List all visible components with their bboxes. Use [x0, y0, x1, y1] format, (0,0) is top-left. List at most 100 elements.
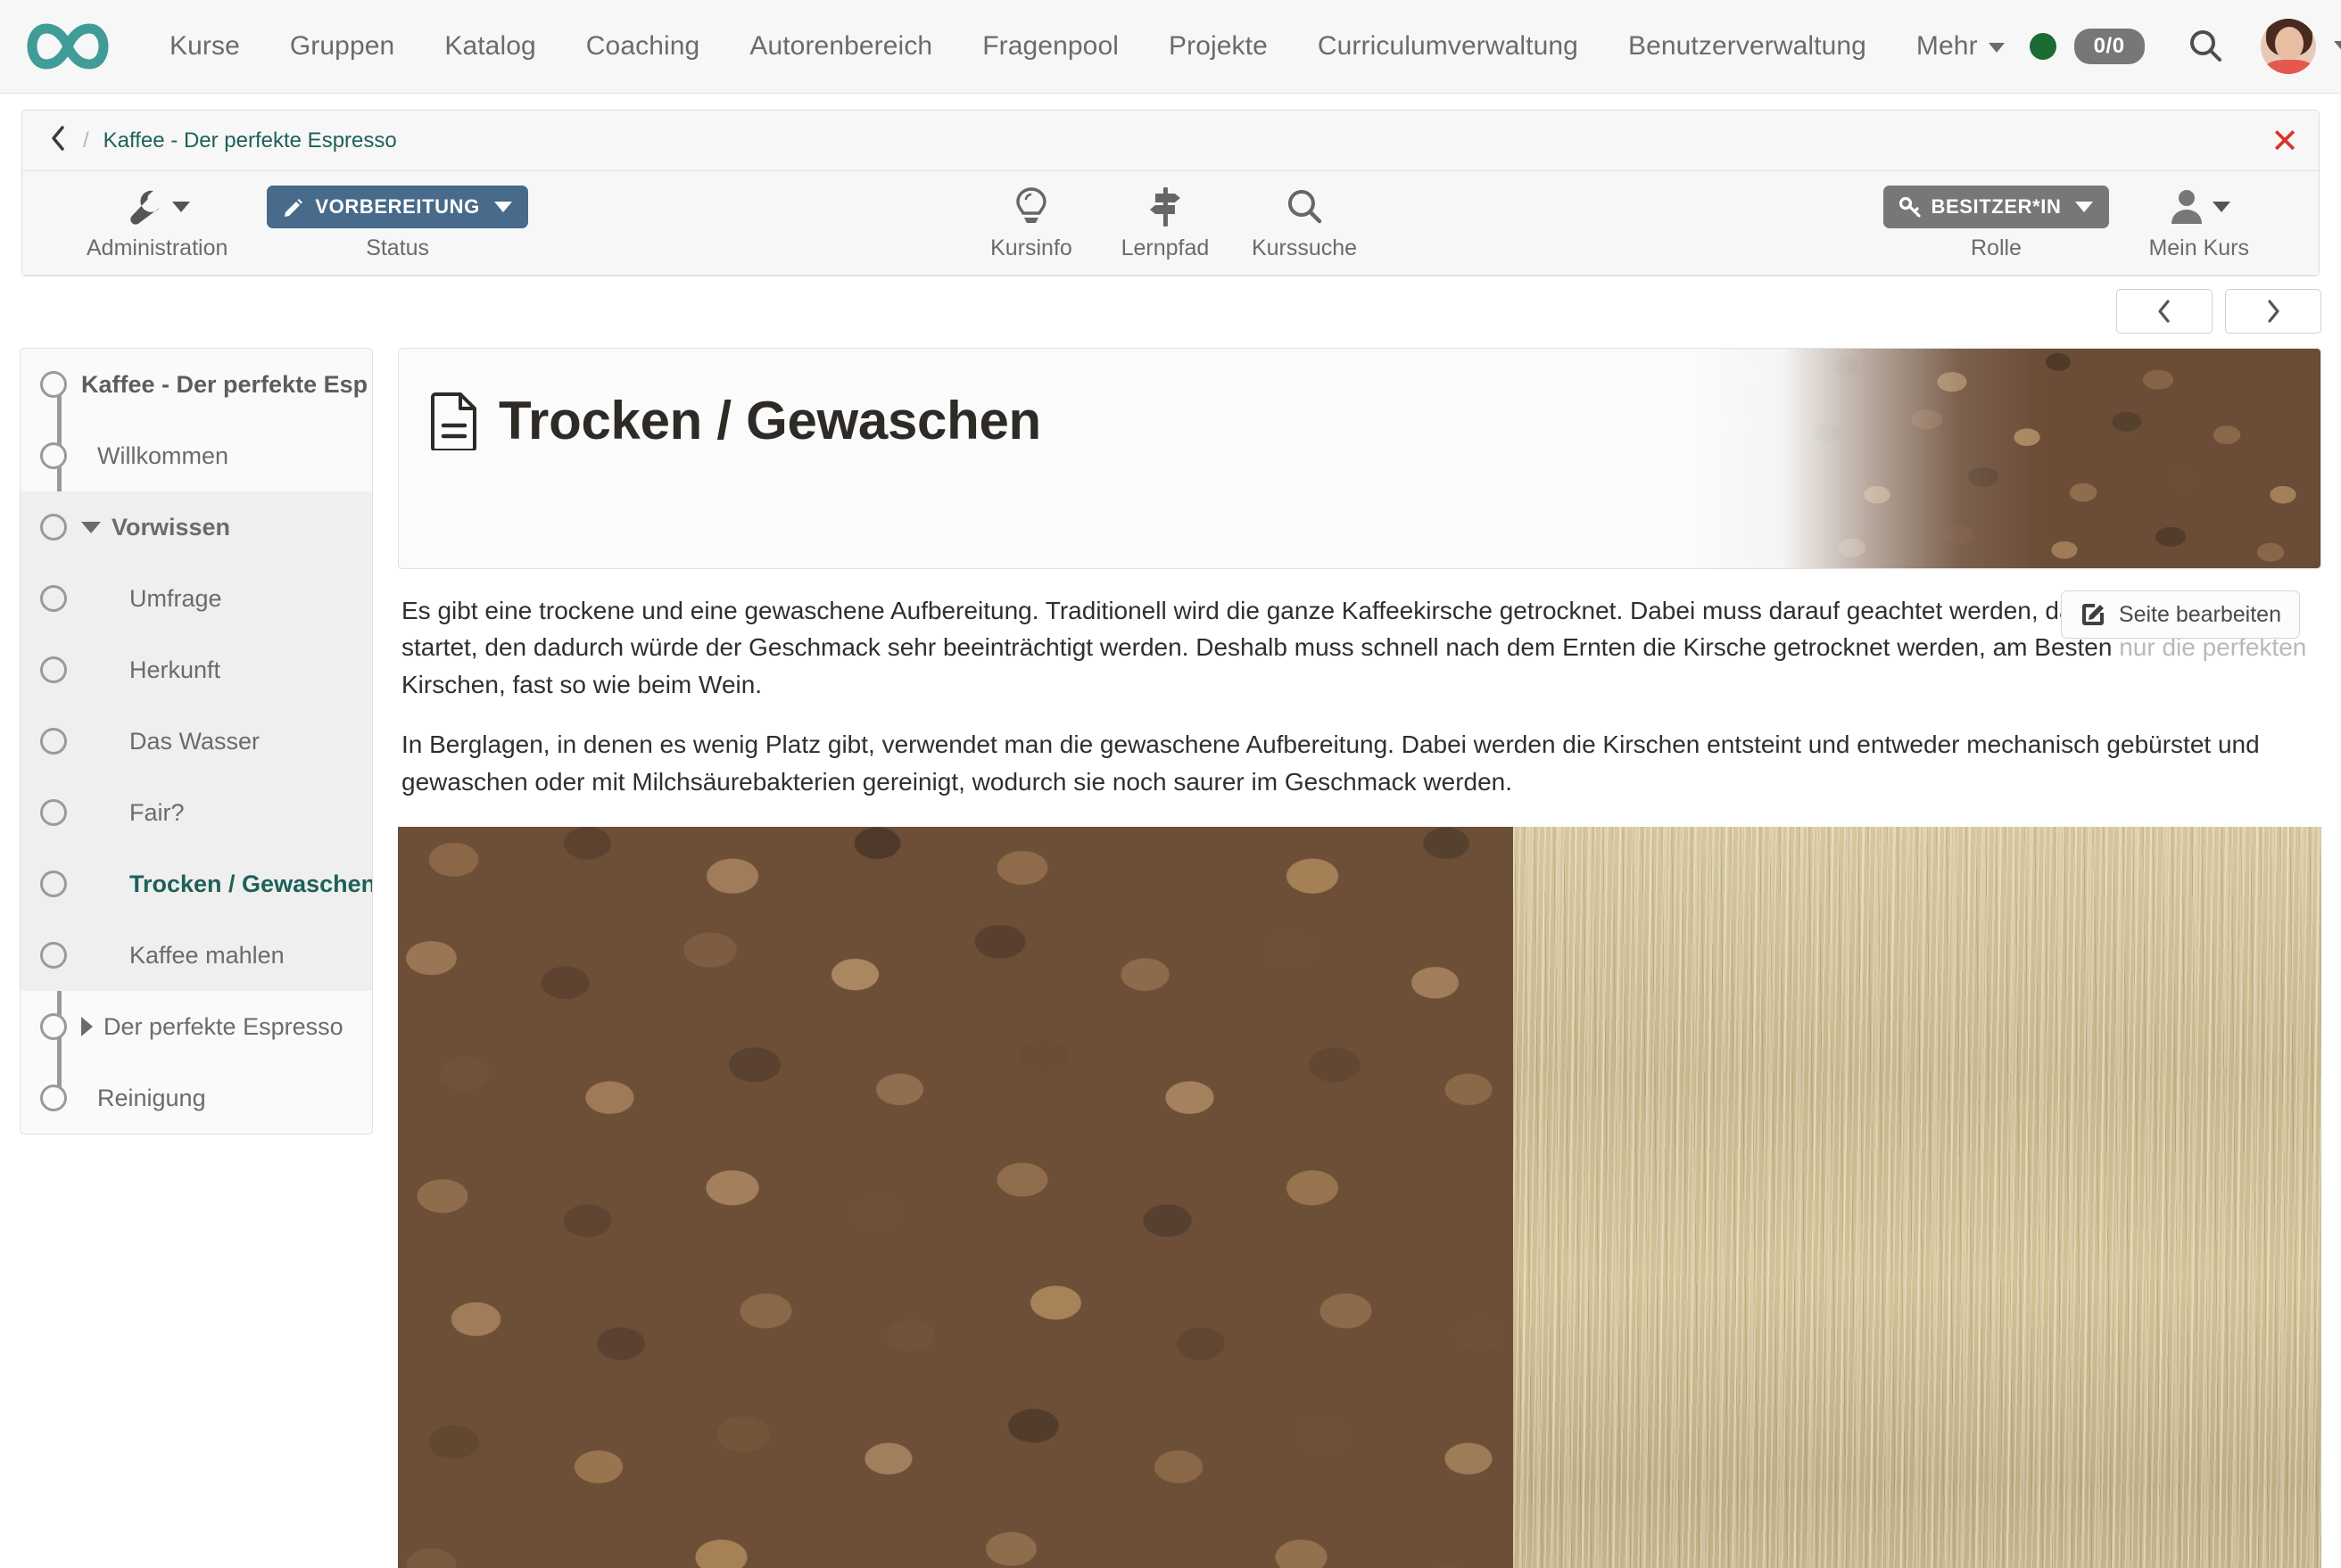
paragraph-1-tail: Kirschen, fast so wie beim Wein.	[401, 670, 763, 698]
toolbar-administration[interactable]: Administration	[67, 184, 247, 261]
chevron-down-icon	[172, 202, 191, 212]
nav-item-benutzerverwaltung[interactable]: Benutzerverwaltung	[1603, 21, 1891, 72]
lightbulb-icon	[1012, 184, 1051, 230]
sidebar-item-label: Vorwissen	[112, 513, 231, 541]
assessment-count-badge[interactable]: 0/0	[2073, 29, 2145, 64]
toolbar-kurssuche[interactable]: Kurssuche	[1232, 184, 1377, 261]
top-navigation-bar: Kurse Gruppen Katalog Coaching Autorenbe…	[0, 0, 2341, 94]
paragraph-1-main: Es gibt eine trockene und eine gewaschen…	[401, 597, 2255, 662]
nav-item-mehr[interactable]: Mehr	[1891, 21, 2030, 72]
close-icon[interactable]: ✕	[2271, 124, 2299, 158]
tree-node-dot	[40, 1013, 67, 1040]
tree-node-dot	[40, 942, 67, 969]
sidebar-item-trocken-gewaschen[interactable]: Trocken / Gewaschen	[21, 848, 372, 920]
chevron-right-icon	[2268, 300, 2279, 323]
signpost-icon	[1145, 184, 1186, 230]
toolbar-label: Kursinfo	[990, 235, 1072, 260]
user-menu-chevron-down-icon[interactable]	[2333, 40, 2341, 53]
nav-item-autorenbereich[interactable]: Autorenbereich	[724, 21, 957, 72]
document-icon	[431, 392, 476, 450]
nav-item-gruppen[interactable]: Gruppen	[265, 21, 419, 72]
key-icon	[1898, 196, 1921, 218]
nav-item-fragenpool[interactable]: Fragenpool	[957, 21, 1144, 72]
course-toolbar: Administration VORBEREITUNG Status Kursi…	[22, 171, 2319, 276]
sidebar-item-umfrage[interactable]: Umfrage	[21, 563, 372, 634]
nav-item-coaching[interactable]: Coaching	[561, 21, 725, 72]
toolbar-center-group: Kursinfo Lernpfad Kurssuche	[964, 184, 1377, 261]
chevron-down-icon	[1988, 42, 2005, 53]
banner-fade-overlay	[1696, 349, 2320, 568]
sidebar-item-label: Der perfekte Espresso	[103, 1012, 343, 1040]
nav-label: Autorenbereich	[749, 31, 933, 61]
sidebar-item-kaffee-der-perfekte-esp[interactable]: Kaffee - Der perfekte Esp	[21, 349, 372, 420]
chevron-left-svg	[52, 125, 64, 151]
nav-label: Gruppen	[289, 31, 395, 61]
nav-item-katalog[interactable]: Katalog	[419, 21, 560, 72]
wrench-icon	[124, 184, 191, 230]
toolbar-rolle[interactable]: BESITZER*IN Rolle	[1864, 184, 2130, 261]
toolbar-label: Lernpfad	[1121, 235, 1210, 260]
tree-node-dot	[40, 514, 67, 541]
sidebar-item-label: Das Wasser	[129, 727, 261, 755]
nav-item-kurse[interactable]: Kurse	[145, 21, 265, 72]
person-icon-svg	[2171, 190, 2202, 224]
tree-node-dot	[40, 442, 67, 469]
previous-page-button[interactable]	[2116, 289, 2213, 334]
status-badge[interactable]: VORBEREITUNG	[267, 186, 528, 228]
chevron-down-icon[interactable]	[81, 521, 101, 533]
coffee-beans-banner	[1696, 349, 2320, 568]
page-content: Trocken / Gewaschen Seite bearbeiten Es …	[398, 348, 2321, 1568]
sidebar-item-willkommen[interactable]: Willkommen	[21, 420, 372, 491]
sidebar-item-kaffee-mahlen[interactable]: Kaffee mahlen	[21, 920, 372, 991]
tree-node-dot	[40, 728, 67, 755]
nav-label: Mehr	[1915, 31, 1978, 61]
nav-label: Benutzerverwaltung	[1627, 31, 1866, 61]
avatar[interactable]	[2260, 19, 2316, 74]
sidebar-item-herkunft[interactable]: Herkunft	[21, 634, 372, 706]
toolbar-status[interactable]: VORBEREITUNG Status	[247, 184, 547, 261]
next-page-button[interactable]	[2225, 289, 2321, 334]
chevron-left-icon[interactable]	[49, 124, 67, 158]
chevron-down-icon	[2075, 202, 2094, 212]
role-badge[interactable]: BESITZER*IN	[1882, 186, 2110, 228]
breadcrumb: / Kaffee - Der perfekte Espresso ✕	[22, 111, 2319, 171]
chevron-right-icon[interactable]	[81, 1017, 93, 1036]
nav-item-curriculumverwaltung[interactable]: Curriculumverwaltung	[1293, 21, 1603, 72]
paragraph-1: Es gibt eine trockene und eine gewaschen…	[398, 592, 2321, 703]
role-badge-label: BESITZER*IN	[1931, 195, 2062, 218]
search-icon-svg	[1288, 190, 1322, 224]
avatar-face	[2274, 27, 2304, 61]
nav-item-projekte[interactable]: Projekte	[1144, 21, 1293, 72]
toolbar-label: Rolle	[1970, 235, 2022, 260]
infinity-logo-icon[interactable]	[25, 20, 111, 73]
primary-nav-items: Kurse Gruppen Katalog Coaching Autorenbe…	[145, 21, 2030, 72]
toolbar-kursinfo[interactable]: Kursinfo	[964, 184, 1098, 261]
course-frame: / Kaffee - Der perfekte Espresso ✕ Admin…	[21, 110, 2320, 276]
sidebar-item-reinigung[interactable]: Reinigung	[21, 1062, 372, 1134]
nav-label: Katalog	[444, 31, 536, 61]
wrench-icon-svg	[130, 190, 161, 225]
chevron-down-icon	[493, 202, 512, 212]
sidebar-item-label: Trocken / Gewaschen	[129, 870, 372, 897]
tree-node-dot	[40, 585, 67, 612]
sidebar-item-das-wasser[interactable]: Das Wasser	[21, 706, 372, 777]
coffee-beans-on-wood-image	[398, 827, 2321, 1568]
breadcrumb-course-link[interactable]: Kaffee - Der perfekte Espresso	[103, 128, 397, 153]
toolbar-lernpfad[interactable]: Lernpfad	[1098, 184, 1232, 261]
toolbar-right-group: BESITZER*IN Rolle Mein Kurs	[1864, 184, 2320, 261]
toolbar-mein-kurs[interactable]: Mein Kurs	[2129, 184, 2269, 261]
lightbulb-icon-svg	[1016, 187, 1046, 223]
tree-node-dot	[40, 871, 67, 897]
edit-page-button[interactable]: Seite bearbeiten	[2060, 590, 2300, 639]
pencil-icon	[285, 199, 303, 217]
sidebar-item-label: Reinigung	[97, 1084, 206, 1111]
search-icon[interactable]	[2186, 27, 2225, 66]
sidebar-item-vorwissen[interactable]: Vorwissen	[21, 491, 372, 563]
sidebar-item-label: Herkunft	[129, 656, 221, 683]
sidebar-item-fair[interactable]: Fair?	[21, 777, 372, 848]
paragraph-2: In Berglagen, in denen es wenig Platz gi…	[401, 730, 2260, 796]
page-title-wrap: Trocken / Gewaschen	[399, 349, 1041, 450]
sidebar-item-der-perfekte-espresso[interactable]: Der perfekte Espresso	[21, 991, 372, 1062]
avatar-shirt	[2263, 60, 2314, 74]
toolbar-label: Kurssuche	[1251, 235, 1358, 260]
